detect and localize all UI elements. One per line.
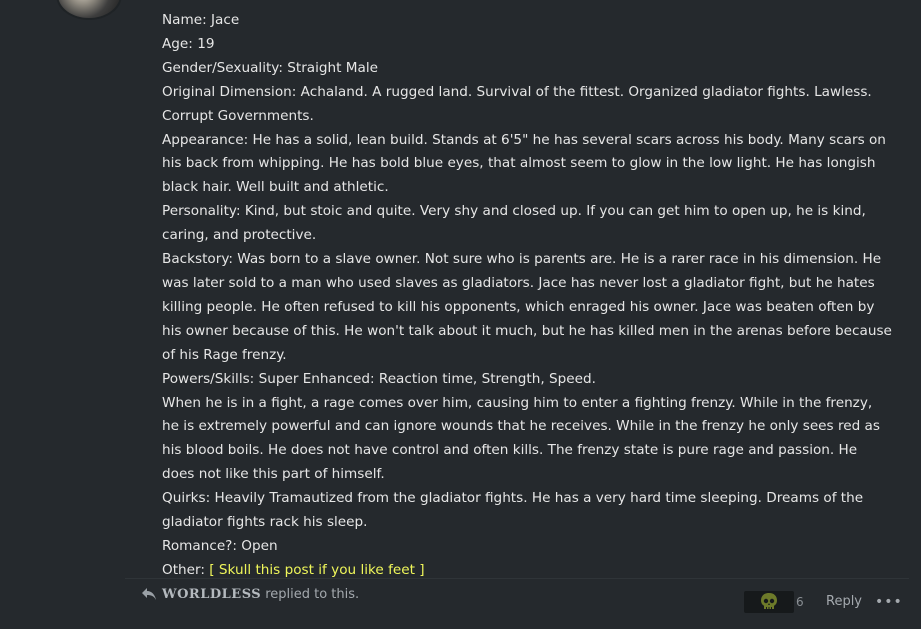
post-line-quirks: Quirks: Heavily Tramautized from the gla… [162,490,864,531]
skull-reaction[interactable]: 6 [744,590,804,614]
post-line-appearance: Appearance: He has a solid, lean build. … [162,131,886,196]
post-body: Name: Jace Age: 19 Gender/Sexuality: Str… [162,9,892,583]
post-line-backstory: Backstory: Was born to a slave owner. No… [162,251,892,363]
post-line-dimension: Original Dimension: Achaland. A rugged l… [162,83,872,124]
replied-to-notice[interactable]: WORLDLESS replied to this. [141,585,359,603]
skull-post-link[interactable]: [ Skull this post if you like feet ] [209,562,424,578]
post-line-frenzy: When he is in a fight, a rage comes over… [162,394,880,483]
post-line-romance: Romance?: Open [162,537,278,554]
reply-button[interactable]: Reply [826,594,862,609]
post-line-age: Age: 19 [162,35,215,52]
avatar[interactable] [58,0,120,18]
post-line-name: Name: Jace [162,12,240,28]
skull-icon [761,593,777,609]
post-line-gender: Gender/Sexuality: Straight Male [162,59,379,76]
replied-username[interactable]: WORLDLESS [162,587,261,602]
post-line-other: Other: [ Skull this post if you like fee… [162,559,892,583]
more-options-icon[interactable]: ••• [875,594,903,610]
footer-divider [125,578,909,579]
reaction-count: 6 [796,595,804,609]
reaction-icon-wrap [744,591,794,613]
other-label: Other: [162,561,210,578]
post-line-personality: Personality: Kind, but stoic and quite. … [162,203,866,244]
post-line-powers: Powers/Skills: Super Enhanced: Reaction … [162,370,596,387]
reply-arrow-icon [142,588,156,600]
replied-text: replied to this. [265,586,360,602]
